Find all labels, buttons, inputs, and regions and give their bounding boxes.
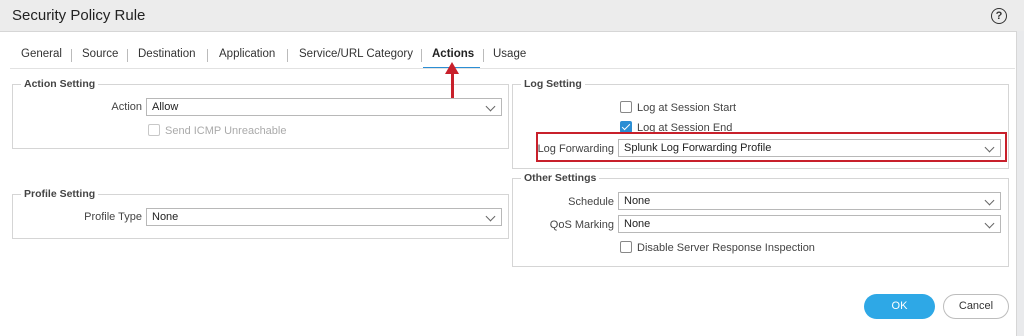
schedule-value: None bbox=[624, 195, 651, 207]
schedule-select[interactable]: None bbox=[618, 192, 1001, 210]
tab-bar: General Source Destination Application S… bbox=[0, 44, 1016, 68]
action-select[interactable]: Allow bbox=[146, 98, 502, 116]
chevron-down-icon bbox=[485, 211, 496, 222]
arrow-up-icon bbox=[445, 62, 459, 74]
dialog-title: Security Policy Rule bbox=[12, 7, 146, 24]
chevron-down-icon bbox=[485, 101, 496, 112]
tab-usage[interactable]: Usage bbox=[493, 44, 526, 64]
tab-source[interactable]: Source bbox=[82, 44, 118, 64]
log-setting-legend: Log Setting bbox=[521, 78, 585, 90]
security-policy-rule-dialog: Security Policy Rule ? General Source De… bbox=[0, 0, 1024, 336]
tab-separator bbox=[483, 49, 484, 62]
tab-separator bbox=[421, 49, 422, 62]
profile-setting-legend: Profile Setting bbox=[21, 188, 99, 200]
title-bar: Security Policy Rule ? bbox=[0, 0, 1024, 32]
tab-separator bbox=[207, 49, 208, 62]
profile-type-select[interactable]: None bbox=[146, 208, 502, 226]
action-setting-group: Action Setting bbox=[12, 78, 509, 149]
disable-server-response-inspection-label: Disable Server Response Inspection bbox=[637, 242, 815, 254]
action-label: Action bbox=[111, 101, 142, 113]
tab-separator bbox=[287, 49, 288, 62]
disable-server-response-inspection-checkbox[interactable] bbox=[620, 241, 632, 253]
qos-marking-label: QoS Marking bbox=[549, 219, 614, 231]
schedule-label: Schedule bbox=[568, 196, 614, 208]
profile-type-label: Profile Type bbox=[84, 211, 142, 223]
tab-application[interactable]: Application bbox=[219, 44, 275, 64]
tab-actions[interactable]: Actions bbox=[432, 44, 474, 64]
log-at-session-start-label: Log at Session Start bbox=[637, 102, 737, 114]
tab-separator bbox=[127, 49, 128, 62]
action-setting-legend: Action Setting bbox=[21, 78, 99, 90]
tab-general[interactable]: General bbox=[21, 44, 62, 64]
send-icmp-unreachable-checkbox[interactable] bbox=[148, 124, 160, 136]
help-icon[interactable]: ? bbox=[991, 8, 1007, 24]
tab-service-url-category[interactable]: Service/URL Category bbox=[299, 44, 413, 64]
action-value: Allow bbox=[152, 101, 179, 113]
ok-button[interactable]: OK bbox=[864, 294, 935, 319]
tab-destination[interactable]: Destination bbox=[138, 44, 196, 64]
tab-separator bbox=[71, 49, 72, 62]
other-settings-legend: Other Settings bbox=[521, 172, 600, 184]
scrollbar-track[interactable] bbox=[1016, 31, 1024, 336]
profile-type-value: None bbox=[152, 211, 179, 223]
highlight-annotation-box bbox=[536, 132, 1007, 162]
log-at-session-start-checkbox[interactable] bbox=[620, 101, 632, 113]
qos-marking-value: None bbox=[624, 218, 651, 230]
send-icmp-unreachable-label: Send ICMP Unreachable bbox=[165, 125, 287, 137]
cancel-button[interactable]: Cancel bbox=[943, 294, 1009, 319]
tab-divider bbox=[10, 68, 1015, 69]
chevron-down-icon bbox=[984, 195, 995, 206]
qos-marking-select[interactable]: None bbox=[618, 215, 1001, 233]
chevron-down-icon bbox=[984, 218, 995, 229]
